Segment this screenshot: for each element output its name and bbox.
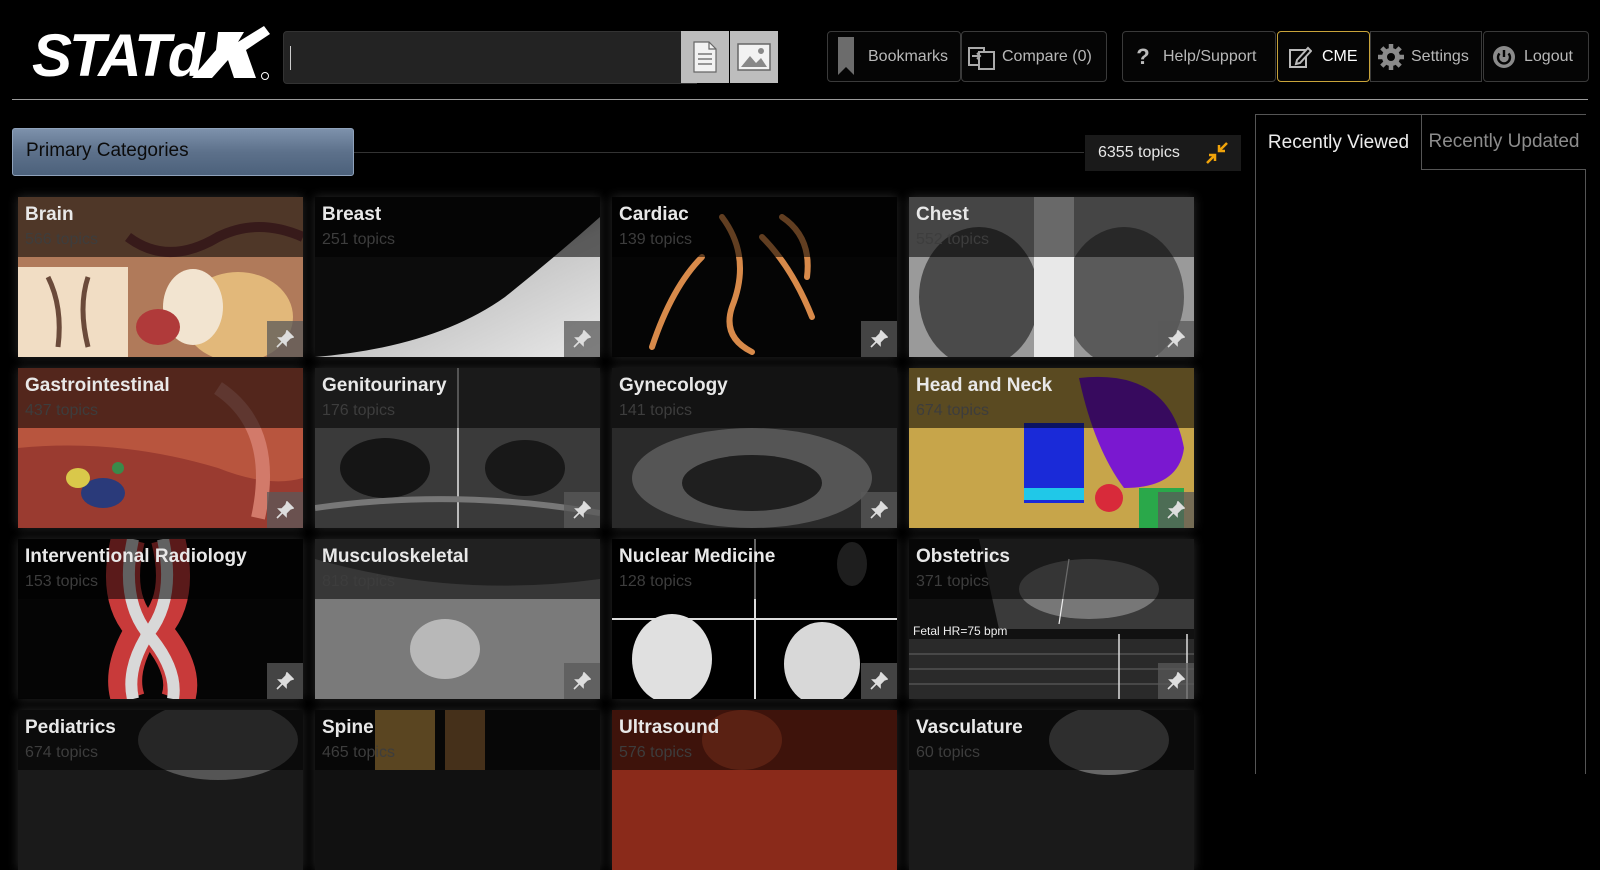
category-tile-breast[interactable]: Breast 251 topics — [315, 197, 600, 357]
settings-button[interactable]: Settings — [1370, 31, 1482, 82]
category-topic-count: 251 topics — [322, 231, 395, 248]
power-icon — [1484, 45, 1524, 69]
category-topic-count: 674 topics — [25, 744, 98, 761]
bookmarks-label: Bookmarks — [868, 47, 949, 65]
category-tile-spine[interactable]: Spine 465 topics — [315, 710, 600, 870]
category-name: Breast — [322, 204, 382, 225]
document-icon — [693, 41, 717, 73]
category-name: Pediatrics — [25, 717, 116, 738]
category-tile-obstetrics[interactable]: Fetal HR=75 bpm Obstetrics 371 topics — [909, 539, 1194, 699]
help-support-button[interactable]: ? Help/Support — [1122, 31, 1276, 82]
pin-icon[interactable] — [267, 492, 303, 528]
logout-button[interactable]: Logout — [1483, 31, 1589, 82]
question-icon: ? — [1136, 43, 1150, 69]
text-caret — [290, 46, 291, 70]
category-name: Interventional Radiology — [25, 546, 247, 567]
bookmarks-button[interactable]: Bookmarks — [827, 31, 961, 82]
category-tile-cardiac[interactable]: Cardiac 139 topics — [612, 197, 897, 357]
category-name: Nuclear Medicine — [619, 546, 776, 567]
category-tile-gastrointestinal[interactable]: Gastrointestinal 437 topics — [18, 368, 303, 528]
category-name: Cardiac — [619, 204, 689, 225]
section-divider — [354, 152, 1084, 153]
category-name: Brain — [25, 204, 74, 225]
category-topic-count: 465 topics — [322, 744, 395, 761]
tab-recently-viewed[interactable]: Recently Viewed — [1256, 115, 1421, 170]
category-tile-nuclear-medicine[interactable]: Nuclear Medicine 128 topics — [612, 539, 897, 699]
category-tile-vasculature[interactable]: Vasculature 60 topics — [909, 710, 1194, 870]
category-topic-count: 437 topics — [25, 402, 98, 419]
category-topic-count: 552 topics — [916, 231, 989, 248]
cme-label: CME — [1322, 47, 1358, 65]
category-topic-count: 176 topics — [322, 402, 395, 419]
category-name: Ultrasound — [619, 717, 720, 738]
category-topic-count: 141 topics — [619, 402, 692, 419]
bookmark-icon — [828, 36, 864, 77]
pin-icon[interactable] — [1158, 321, 1194, 357]
svg-text:STATd: STATd — [32, 22, 206, 86]
category-tile-pediatrics[interactable]: Pediatrics 674 topics — [18, 710, 303, 870]
collapse-arrows-icon[interactable] — [1205, 141, 1229, 170]
statdx-logo[interactable]: STATd — [30, 20, 275, 86]
category-topic-count: 818 topics — [322, 573, 395, 590]
category-name: Head and Neck — [916, 375, 1053, 396]
category-tile-brain[interactable]: Brain 566 topics — [18, 197, 303, 357]
topics-count-label: 6355 topics — [1098, 144, 1180, 161]
pin-icon[interactable] — [861, 492, 897, 528]
category-name: Gynecology — [619, 375, 728, 396]
fetal-hr-caption: Fetal HR=75 bpm — [913, 624, 1008, 638]
header-divider — [12, 99, 1588, 100]
compare-icon — [962, 44, 1002, 70]
category-tile-musculoskeletal[interactable]: Musculoskeletal 818 topics — [315, 539, 600, 699]
image-icon — [737, 43, 771, 71]
category-topic-count: 153 topics — [25, 573, 98, 590]
pin-icon[interactable] — [564, 663, 600, 699]
cme-button[interactable]: CME — [1277, 31, 1370, 82]
category-topic-count: 566 topics — [25, 231, 98, 248]
category-topic-count: 128 topics — [619, 573, 692, 590]
category-topic-count: 139 topics — [619, 231, 692, 248]
compare-label: Compare (0) — [1002, 47, 1092, 65]
category-topic-count: 576 topics — [619, 744, 692, 761]
pin-icon[interactable] — [564, 321, 600, 357]
category-tile-ultrasound[interactable]: Ultrasound 576 topics — [612, 710, 897, 870]
image-search-button[interactable] — [730, 31, 778, 83]
tab-recently-updated[interactable]: Recently Updated — [1421, 115, 1586, 170]
category-name: Spine — [322, 717, 374, 738]
compare-button[interactable]: Compare (0) — [961, 31, 1107, 82]
logout-label: Logout — [1524, 47, 1573, 65]
recent-panel — [1255, 114, 1586, 774]
pin-icon[interactable] — [1158, 492, 1194, 528]
pin-icon[interactable] — [861, 321, 897, 357]
search-bar[interactable] — [283, 31, 697, 84]
category-name: Genitourinary — [322, 375, 447, 396]
gear-icon — [1371, 43, 1411, 71]
pin-icon[interactable] — [861, 663, 897, 699]
edit-icon — [1278, 45, 1322, 69]
category-tile-genitourinary[interactable]: Genitourinary 176 topics — [315, 368, 600, 528]
category-topic-count: 60 topics — [916, 744, 981, 761]
text-search-button[interactable] — [681, 31, 729, 83]
topics-count-badge: 6355 topics — [1085, 135, 1241, 171]
category-name: Musculoskeletal — [322, 546, 469, 567]
pin-icon[interactable] — [267, 663, 303, 699]
pin-icon[interactable] — [267, 321, 303, 357]
search-input[interactable] — [284, 32, 696, 83]
category-topic-count: 371 topics — [916, 573, 989, 590]
settings-label: Settings — [1411, 47, 1469, 65]
category-name: Chest — [916, 204, 969, 225]
category-name: Vasculature — [916, 717, 1023, 738]
category-name: Gastrointestinal — [25, 375, 170, 396]
pin-icon[interactable] — [564, 492, 600, 528]
category-tile-interventional-radiology[interactable]: Interventional Radiology 153 topics — [18, 539, 303, 699]
primary-categories-tab[interactable]: Primary Categories — [12, 128, 354, 176]
help-support-label: Help/Support — [1163, 47, 1257, 65]
pin-icon[interactable] — [1158, 663, 1194, 699]
category-tile-head-and-neck[interactable]: Head and Neck 674 topics — [909, 368, 1194, 528]
category-tile-gynecology[interactable]: Gynecology 141 topics — [612, 368, 897, 528]
category-topic-count: 674 topics — [916, 402, 989, 419]
category-name: Obstetrics — [916, 546, 1010, 567]
category-tile-chest[interactable]: Chest 552 topics — [909, 197, 1194, 357]
